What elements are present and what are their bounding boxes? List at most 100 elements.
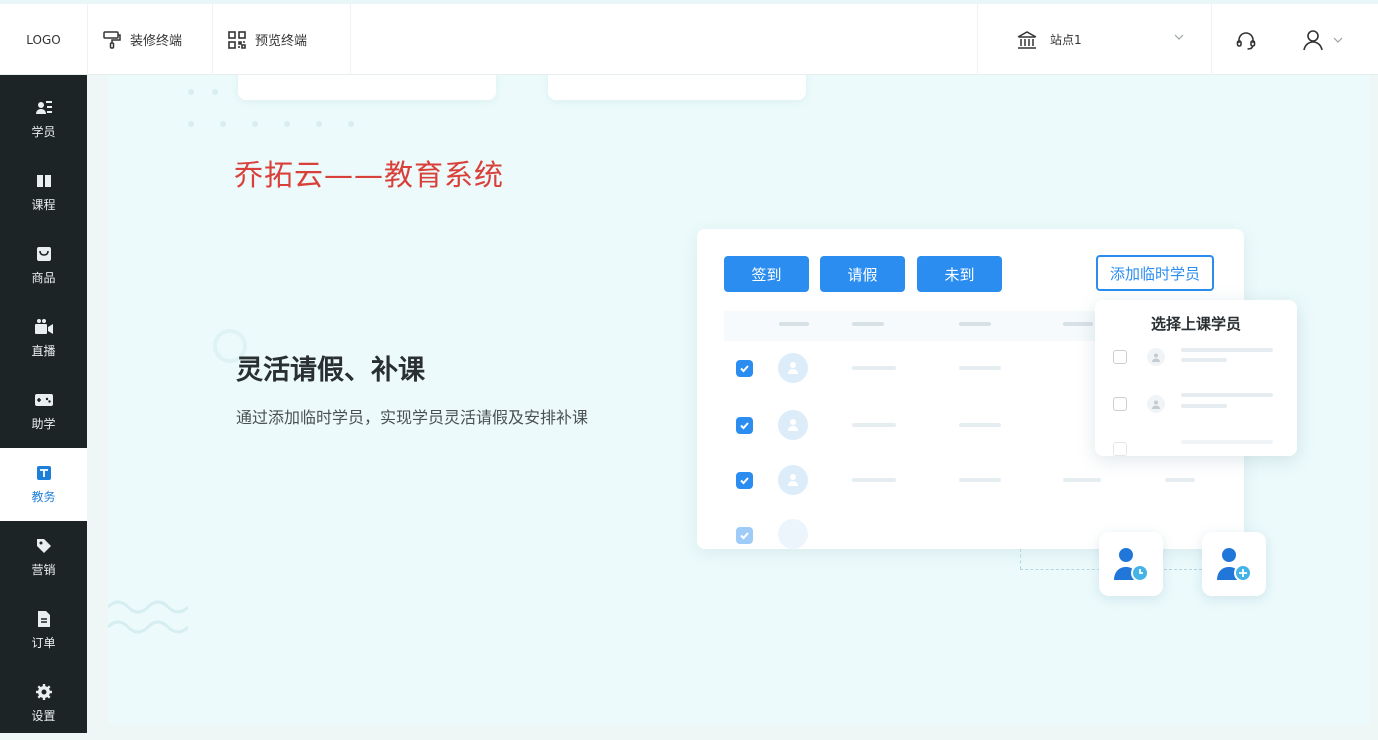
- top-bar: LOGO 装修终端 预览终端 站点1: [0, 0, 1378, 75]
- decorate-terminal-link[interactable]: 装修终端: [88, 4, 213, 75]
- decor-dot: [220, 121, 226, 127]
- gear-icon: [35, 684, 52, 700]
- row-placeholder: [852, 423, 896, 427]
- student-checkbox[interactable]: [1113, 442, 1127, 456]
- row-placeholder: [1165, 478, 1195, 482]
- sidebar-item-marketing[interactable]: 营销: [0, 521, 87, 594]
- decor-dot: [188, 89, 194, 95]
- connector-line: [1020, 569, 1100, 570]
- decorate-terminal-label: 装修终端: [130, 34, 183, 49]
- user-icon: [1303, 29, 1323, 50]
- add-temp-student-button[interactable]: 添加临时学员: [1096, 255, 1214, 291]
- logo[interactable]: LOGO: [0, 4, 88, 75]
- decor-dot: [252, 121, 258, 127]
- preview-terminal-link[interactable]: 预览终端: [213, 4, 351, 75]
- sidebar-item-label: 营销: [31, 563, 56, 577]
- sign-in-button[interactable]: 签到: [724, 256, 809, 292]
- row-placeholder: [959, 423, 1001, 427]
- popup-title: 选择上课学员: [1150, 315, 1241, 333]
- row-placeholder: [1181, 404, 1227, 408]
- sidebar-item-label: 订单: [31, 636, 56, 650]
- hero-title: 灵活请假、补课: [236, 355, 425, 386]
- row-checkbox[interactable]: [736, 417, 753, 434]
- sidebar-item-settings[interactable]: 设置: [0, 667, 87, 740]
- student-checkbox[interactable]: [1113, 350, 1127, 364]
- check-icon: [740, 422, 749, 430]
- sidebar-item-goods[interactable]: 商品: [0, 229, 87, 302]
- check-icon: [740, 365, 749, 373]
- decor-dot: [316, 121, 322, 127]
- hero-description: 通过添加临时学员，实现学员灵活请假及安排补课: [236, 408, 589, 427]
- student-checkbox[interactable]: [1113, 397, 1127, 411]
- select-students-popup: 选择上课学员: [1095, 300, 1297, 456]
- avatar: [1147, 348, 1165, 366]
- row-placeholder: [1181, 358, 1227, 362]
- row-checkbox[interactable]: [736, 527, 753, 544]
- sidebar-item-label: 设置: [31, 709, 56, 723]
- avatar: [778, 465, 808, 495]
- connector-line: [1164, 569, 1202, 570]
- sidebar-item-label: 课程: [31, 198, 56, 212]
- add-student-badge: [1202, 532, 1266, 596]
- leave-student-badge: [1099, 532, 1163, 596]
- sidebar-item-course[interactable]: 课程: [0, 156, 87, 229]
- sidebar-item-label: 助学: [31, 417, 56, 431]
- site-selector[interactable]: 站点1: [977, 4, 1212, 75]
- row-placeholder: [1063, 478, 1101, 482]
- academic-icon: [36, 466, 51, 480]
- decor-dot: [348, 121, 354, 127]
- bag-icon: [36, 247, 51, 261]
- wave-decor-icon: [108, 600, 188, 634]
- row-placeholder: [852, 366, 896, 370]
- user-icon: [1152, 353, 1160, 362]
- site-label: 站点1: [1050, 33, 1082, 47]
- main-content: 乔拓云——教育系统 灵活请假、补课 通过添加临时学员，实现学员灵活请假及安排补课…: [108, 75, 1370, 725]
- video-icon: [34, 319, 53, 334]
- sidebar-item-academic[interactable]: 教务: [0, 448, 87, 521]
- avatar: [1147, 395, 1165, 413]
- sidebar: 学员 课程 商品 直播 助学 教务 营销 订单 设置: [0, 75, 87, 733]
- user-icon: [788, 474, 798, 486]
- gamepad-icon: [34, 394, 53, 406]
- sidebar-item-students[interactable]: 学员: [0, 83, 87, 156]
- avatar: [778, 519, 808, 549]
- order-icon: [37, 611, 50, 627]
- chevron-down-icon: [1333, 37, 1343, 43]
- row-checkbox[interactable]: [736, 472, 753, 489]
- absent-button[interactable]: 未到: [917, 256, 1002, 292]
- sidebar-item-label: 直播: [31, 344, 56, 358]
- row-placeholder: [1181, 440, 1273, 444]
- decor-dot: [284, 121, 290, 127]
- sidebar-item-study-aid[interactable]: 助学: [0, 375, 87, 448]
- students-icon: [35, 101, 52, 114]
- qr-code-icon: [228, 30, 246, 49]
- user-icon: [1152, 400, 1160, 409]
- header-placeholder: [1063, 322, 1093, 326]
- decor-dot: [212, 89, 218, 95]
- row-placeholder: [959, 478, 1001, 482]
- leave-button[interactable]: 请假: [820, 256, 905, 292]
- row-placeholder: [1181, 393, 1273, 397]
- sidebar-item-orders[interactable]: 订单: [0, 594, 87, 667]
- header-placeholder: [779, 322, 809, 326]
- sidebar-item-label: 教务: [31, 490, 56, 504]
- support-button[interactable]: [1226, 4, 1266, 75]
- user-clock-icon: [1114, 548, 1149, 582]
- header-placeholder: [852, 322, 884, 326]
- user-add-icon: [1217, 548, 1252, 582]
- user-icon: [788, 362, 798, 374]
- row-placeholder: [1181, 348, 1273, 352]
- decor-card: [548, 75, 806, 100]
- row-checkbox[interactable]: [736, 360, 753, 377]
- row-placeholder: [959, 366, 1001, 370]
- brand-title: 乔拓云——教育系统: [234, 158, 505, 192]
- avatar: [778, 410, 808, 440]
- bank-icon: [1017, 30, 1037, 49]
- row-placeholder: [852, 478, 896, 482]
- chevron-down-icon: [1174, 34, 1184, 40]
- user-menu[interactable]: [1300, 4, 1360, 75]
- connector-line: [1020, 549, 1021, 569]
- sidebar-item-live[interactable]: 直播: [0, 302, 87, 375]
- avatar: [778, 353, 808, 383]
- decor-dot: [188, 121, 194, 127]
